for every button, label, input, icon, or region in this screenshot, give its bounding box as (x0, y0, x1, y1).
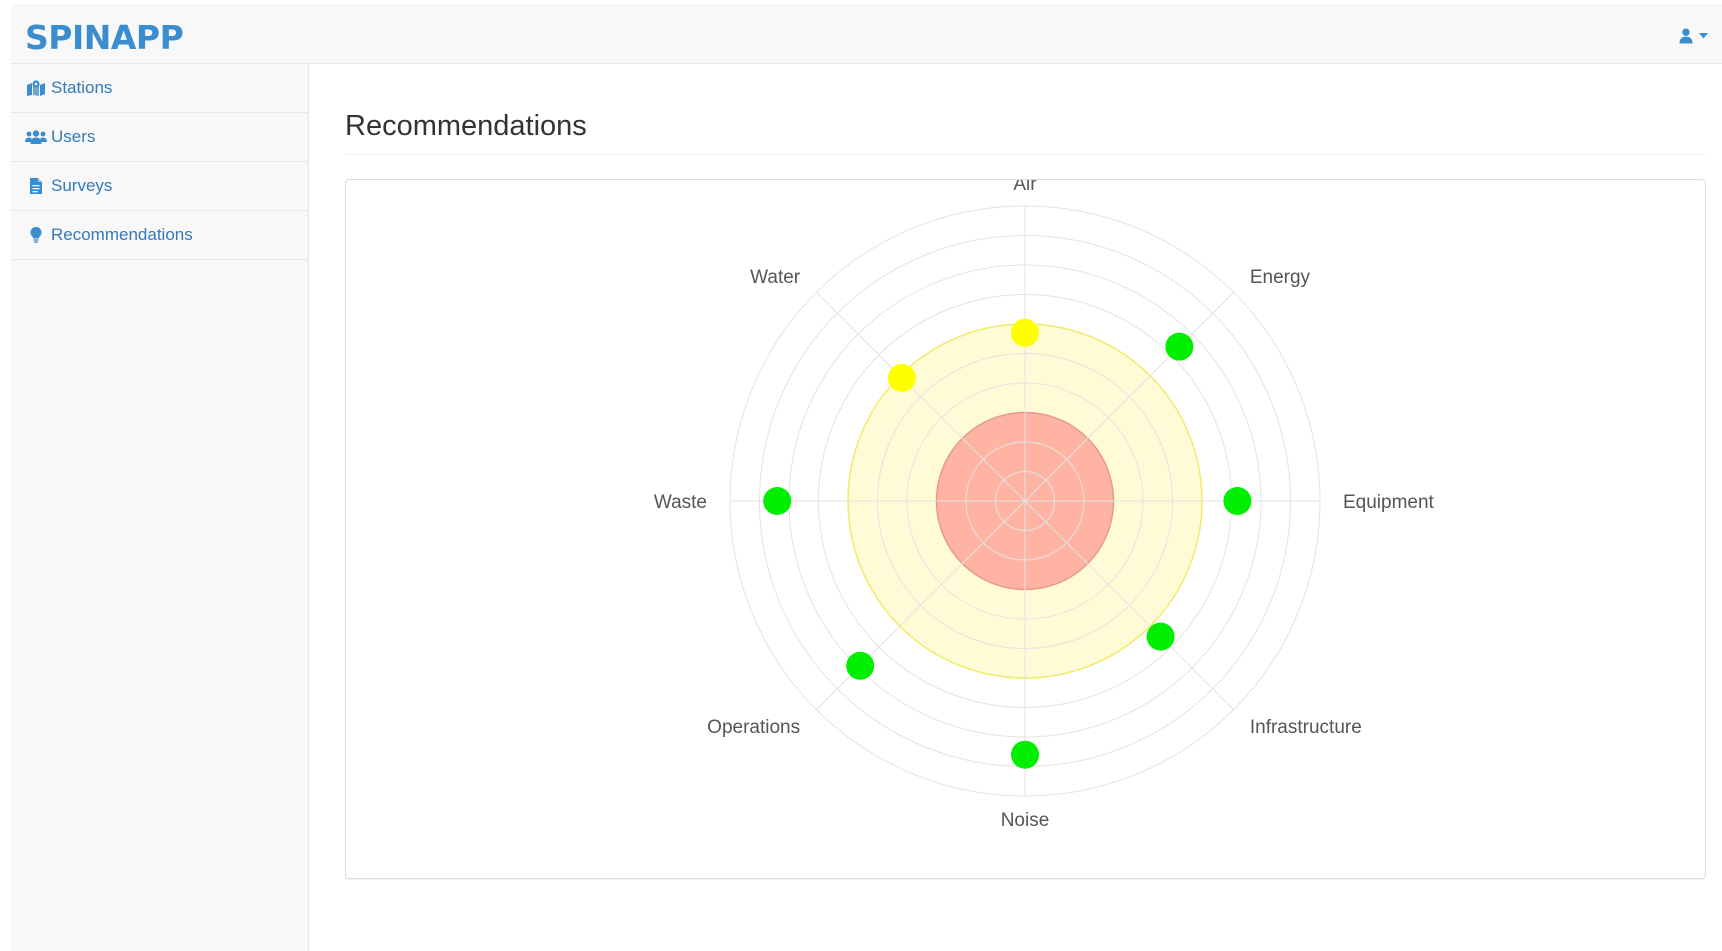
data-point-operations (846, 651, 875, 680)
axis-label-equipment: Equipment (1343, 492, 1435, 513)
page-title: Recommendations (345, 110, 587, 142)
chart-panel: Air Energy Equipment Infrastructure Noise Ope… (345, 179, 1706, 879)
data-point-equipment (1223, 487, 1252, 515)
top-navbar: SPINAPP (11, 4, 1722, 64)
axis-label-water: Water (750, 267, 801, 288)
data-point-energy (1165, 332, 1194, 361)
users-icon (25, 128, 47, 146)
sidebar-item-recommendations[interactable]: Recommendations (11, 211, 308, 260)
axis-label-noise: Noise (1001, 810, 1050, 831)
axis-label-air: Air (1013, 180, 1037, 195)
sidebar-item-surveys[interactable]: Surveys (11, 162, 308, 211)
sidebar-item-label: Stations (51, 78, 113, 97)
title-divider (345, 154, 1705, 155)
file-icon (25, 177, 47, 195)
sidebar-item-label: Users (51, 127, 96, 146)
axis-label-energy: Energy (1250, 267, 1311, 288)
user-icon (1679, 28, 1693, 44)
brand-logo[interactable]: SPINAPP (25, 18, 184, 57)
sidebar-item-users[interactable]: Users (11, 113, 308, 162)
data-point-noise (1011, 740, 1039, 769)
axis-label-infrastructure: Infrastructure (1250, 717, 1362, 738)
data-point-air (1011, 318, 1039, 347)
main-content: Recommendations Air Energy Equipment Infras… (309, 64, 1722, 951)
axis-label-waste: Waste (654, 492, 707, 513)
sidebar-item-label: Recommendations (51, 225, 193, 244)
sidebar-item-stations[interactable]: Stations (11, 64, 308, 113)
lightbulb-icon (25, 226, 47, 244)
map-marker-icon (25, 79, 47, 97)
sidebar-item-label: Surveys (51, 176, 113, 195)
polar-chart: Air Energy Equipment Infrastructure Noise Ope… (654, 180, 1435, 831)
user-menu-toggle[interactable] (1668, 24, 1708, 48)
axis-label-operations: Operations (707, 717, 800, 738)
data-point-water (887, 363, 916, 392)
sidebar: Stations Users Surveys Recommendations (11, 64, 309, 951)
data-point-waste (763, 487, 792, 515)
caret-down-icon (1699, 33, 1708, 39)
data-point-infrastructure (1146, 622, 1175, 651)
